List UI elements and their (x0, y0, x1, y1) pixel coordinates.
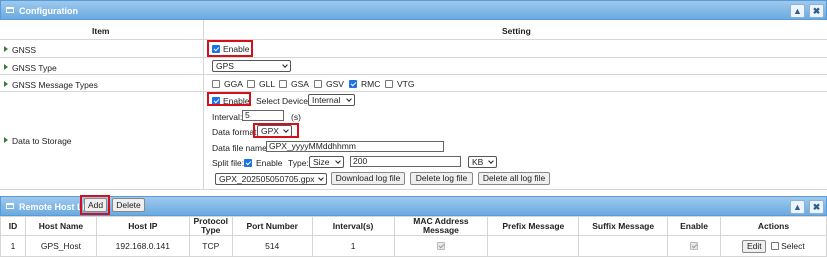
split-file-label: Split file: (212, 158, 245, 168)
interval-label: Interval: (212, 112, 243, 122)
split-type-select[interactable]: Size (309, 156, 344, 168)
chevron-down-icon (335, 158, 341, 164)
cell-interval: 1 (311, 235, 395, 257)
split-unit-select[interactable]: KB (468, 156, 497, 168)
rmc-label: RMC (361, 79, 381, 89)
select-checkbox[interactable] (770, 242, 779, 250)
cell-host-ip: 192.168.0.141 (95, 235, 190, 257)
cell-port: 514 (231, 235, 313, 257)
cell-protocol: TCP (188, 235, 233, 257)
row-arrow-icon (4, 46, 8, 52)
edit-button[interactable]: Edit (742, 239, 767, 253)
chevron-down-icon (488, 158, 494, 164)
select-device-label: Select Device: (256, 96, 311, 106)
gll-checkbox[interactable] (247, 79, 255, 89)
split-enable-label: Enable (256, 158, 283, 168)
device-select[interactable]: Internal (308, 94, 355, 106)
cell-actions: Edit Select (720, 235, 827, 257)
row-arrow-icon (4, 64, 8, 70)
gnss-type-row: GNSS Type GPS (0, 58, 827, 75)
data-to-storage-row: Data to Storage Enable Select Device: In… (0, 92, 827, 190)
gnss-row: GNSS Enable (0, 40, 827, 58)
column-header-setting: Setting (502, 26, 531, 36)
mac-message-checkbox (436, 242, 445, 250)
header-interval: Interval(s) (311, 216, 395, 236)
gnss-label: GNSS (12, 45, 37, 55)
configuration-title: Configuration (19, 6, 78, 16)
header-id: ID (0, 216, 26, 236)
delete-all-log-file-button[interactable]: Delete all log file (478, 172, 550, 185)
enable-checkbox (690, 242, 699, 250)
remote-host-table: ID Host Name Host IP Protocol Type Port … (0, 216, 827, 257)
header-port-number: Port Number (231, 216, 313, 236)
header-host-ip: Host IP (95, 216, 190, 236)
download-log-file-button[interactable]: Download log file (331, 172, 405, 185)
table-row: 1 GPS_Host 192.168.0.141 TCP 514 1 Edit … (0, 235, 827, 257)
split-enable-checkbox[interactable] (244, 158, 252, 168)
gsa-checkbox[interactable] (279, 79, 287, 89)
header-prefix-message: Prefix Message (487, 216, 580, 236)
gnss-type-select[interactable]: GPS (212, 60, 291, 72)
cell-host-name: GPS_Host (24, 235, 97, 257)
row-arrow-icon (4, 81, 8, 87)
gnss-type-label: GNSS Type (12, 63, 57, 73)
cell-suffix-message (578, 235, 669, 257)
chevron-down-icon (346, 96, 352, 102)
close-icon[interactable]: ✖ (809, 200, 824, 214)
header-actions: Actions (720, 216, 827, 236)
data-file-name-input[interactable]: GPX_yyyyMMddhhmm (266, 141, 444, 152)
header-protocol-type: Protocol Type (188, 216, 233, 236)
config-header-row: Item Setting (0, 20, 827, 40)
panel-icon (6, 7, 14, 13)
collapse-icon[interactable]: ▲ (790, 200, 805, 214)
panel-icon (6, 203, 14, 209)
interval-input[interactable]: 5 (242, 110, 284, 121)
cell-prefix-message (487, 235, 580, 257)
gnss-message-types-row: GNSS Message Types GGA GLL GSA GSV RMC V… (0, 75, 827, 92)
split-size-input[interactable]: 200 (350, 156, 461, 167)
chevron-down-icon (282, 62, 288, 68)
delete-log-file-button[interactable]: Delete log file (410, 172, 473, 185)
split-type-label: Type: (288, 158, 309, 168)
cell-id: 1 (0, 235, 26, 257)
configuration-panel-header: Configuration ▲ ✖ (0, 0, 827, 20)
header-mac-address-message: MAC Address Message (393, 216, 489, 236)
row-arrow-icon (4, 137, 8, 143)
select-label: Select (781, 240, 805, 251)
gga-checkbox[interactable] (212, 79, 220, 89)
header-host-name: Host Name (24, 216, 97, 236)
gga-label: GGA (224, 79, 243, 89)
delete-button[interactable]: Delete (112, 198, 145, 212)
gsv-checkbox[interactable] (314, 79, 322, 89)
rmc-checkbox[interactable] (349, 79, 357, 89)
collapse-icon[interactable]: ▲ (790, 4, 805, 18)
header-suffix-message: Suffix Message (578, 216, 669, 236)
column-header-item: Item (92, 26, 110, 36)
highlight-box (207, 40, 253, 57)
gsa-label: GSA (291, 79, 309, 89)
highlight-box (207, 92, 251, 106)
log-file-select[interactable]: GPX_202505050705.gpx (215, 173, 327, 185)
gsv-label: GSV (326, 79, 344, 89)
data-file-name-label: Data file name: (212, 143, 270, 153)
header-enable: Enable (667, 216, 722, 236)
interval-unit: (s) (291, 112, 301, 122)
highlight-box (253, 123, 299, 138)
close-icon[interactable]: ✖ (809, 4, 824, 18)
chevron-down-icon (318, 175, 324, 181)
data-to-storage-label: Data to Storage (12, 136, 72, 146)
vtg-checkbox[interactable] (385, 79, 393, 89)
highlight-box (80, 195, 110, 215)
gll-label: GLL (259, 79, 276, 89)
cell-enable (667, 235, 722, 257)
vtg-label: VTG (397, 79, 415, 89)
gnss-message-types-label: GNSS Message Types (12, 80, 98, 90)
data-format-label: Data format: (212, 127, 259, 137)
table-header-row: ID Host Name Host IP Protocol Type Port … (0, 216, 827, 236)
cell-mac-address-message (393, 235, 489, 257)
